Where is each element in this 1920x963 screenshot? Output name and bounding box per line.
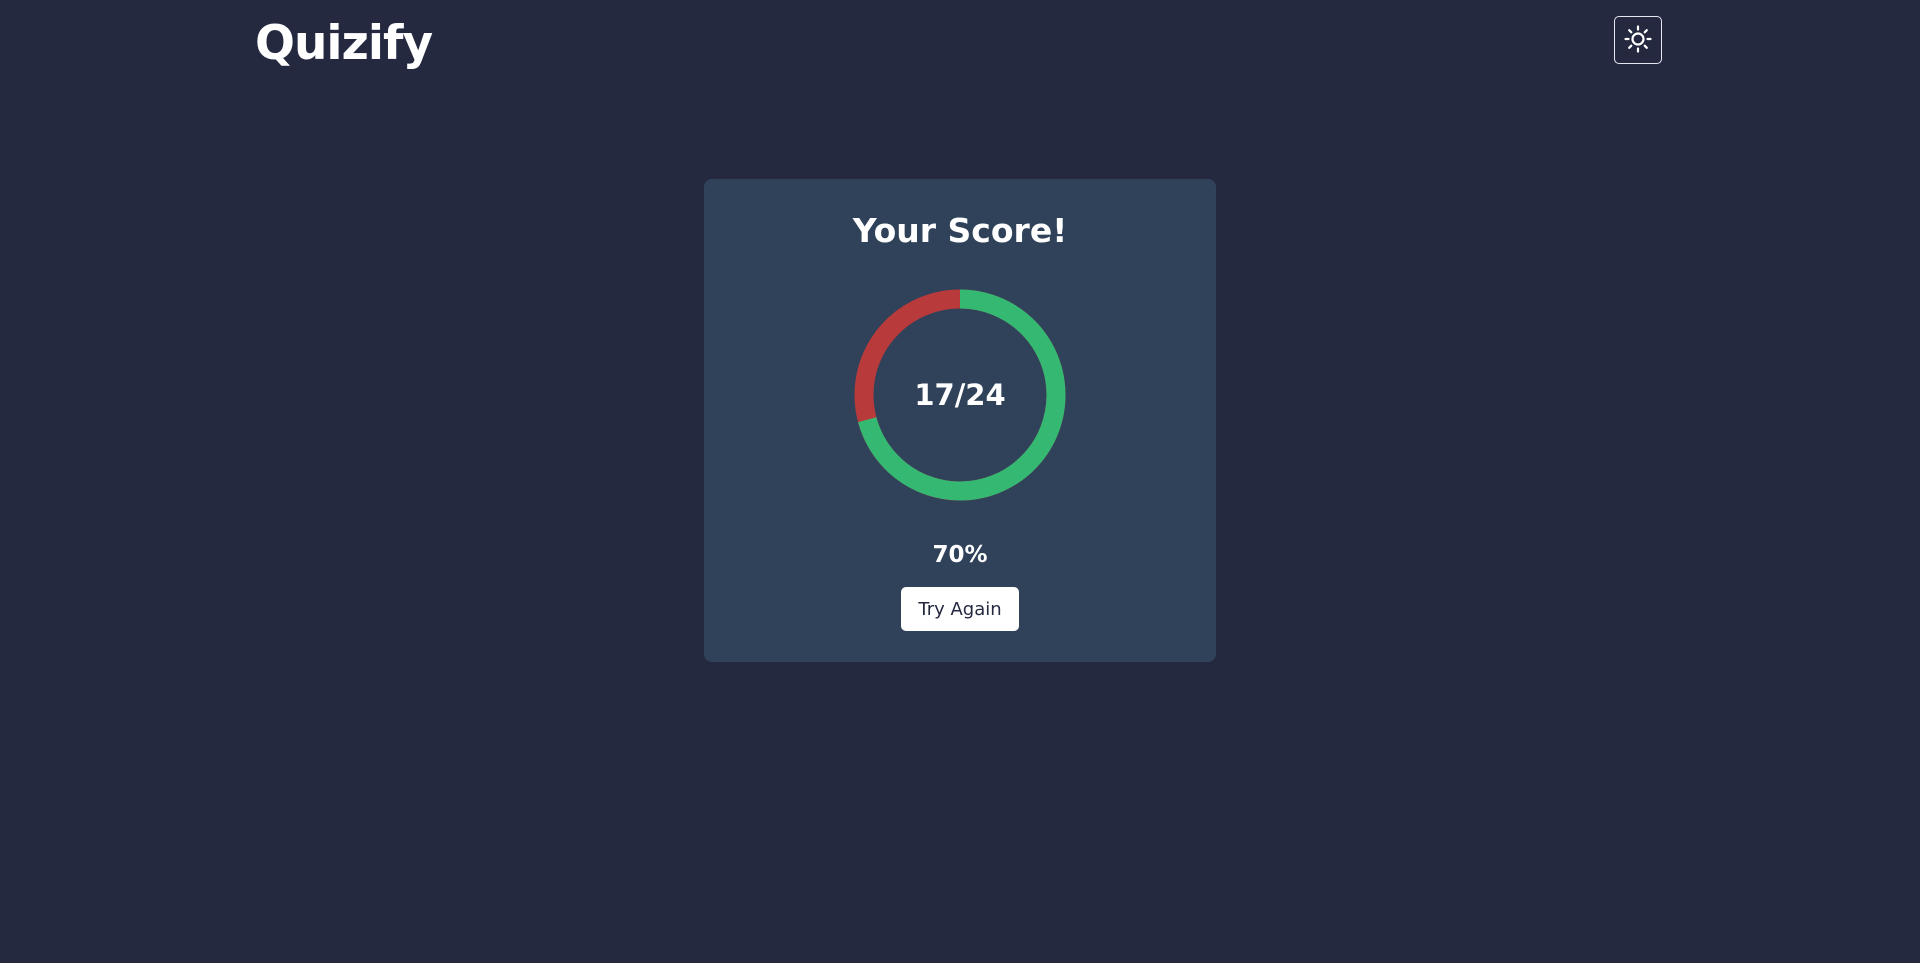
theme-toggle-button[interactable] <box>1614 16 1662 64</box>
sun-icon <box>1623 24 1653 57</box>
score-percent: 70% <box>932 542 988 568</box>
score-title: Your Score! <box>852 211 1068 250</box>
try-again-button[interactable]: Try Again <box>901 587 1019 631</box>
score-fraction: 17/24 <box>914 378 1006 412</box>
app-logo[interactable]: Quizify <box>255 12 433 76</box>
score-card: Your Score! 17/24 70% Try Again <box>704 179 1216 662</box>
score-ring: 17/24 <box>854 289 1066 501</box>
header: Quizify <box>0 0 1920 90</box>
